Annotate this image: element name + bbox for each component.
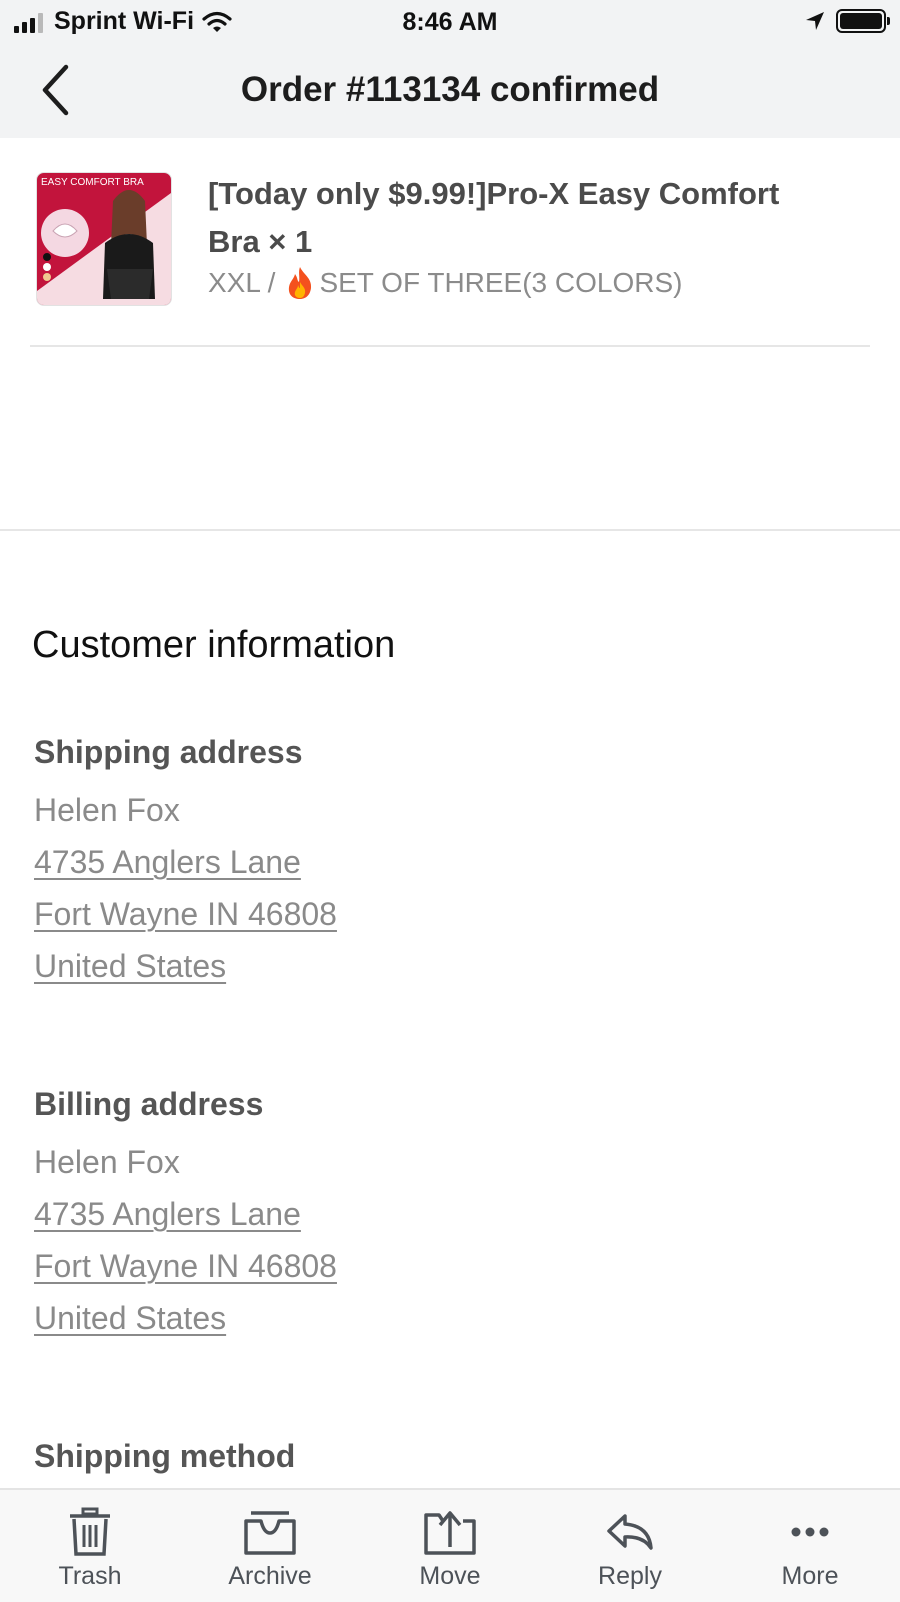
billing-name: Helen Fox — [34, 1144, 180, 1180]
divider — [30, 345, 870, 347]
order-line-item[interactable]: EASY COMFORT BRA [Today only $9.99!]Pro-… — [30, 166, 870, 346]
more-label: More — [781, 1562, 839, 1590]
billing-address-heading: Billing address — [34, 1086, 264, 1122]
trash-label: Trash — [58, 1562, 122, 1590]
more-icon — [791, 1527, 829, 1537]
billing-street-link[interactable]: 4735 Anglers Lane — [34, 1196, 301, 1232]
status-time: 8:46 AM — [402, 8, 498, 36]
billing-city-link[interactable]: Fort Wayne IN 46808 — [34, 1248, 337, 1284]
trash-button[interactable]: Trash — [20, 1490, 160, 1602]
location-arrow-icon — [806, 12, 824, 30]
move-button[interactable]: Move — [380, 1490, 520, 1602]
status-right — [804, 9, 890, 33]
archive-icon — [244, 1511, 296, 1555]
reply-label: Reply — [598, 1562, 662, 1590]
move-label: Move — [419, 1562, 481, 1590]
navigation-bar: Order #113134 confirmed — [0, 44, 900, 138]
shipping-country-link[interactable]: United States — [34, 948, 226, 984]
archive-label: Archive — [228, 1562, 312, 1590]
archive-button[interactable]: Archive — [200, 1490, 340, 1602]
variant-size: XXL / — [208, 267, 276, 298]
billing-country-link[interactable]: United States — [34, 1300, 226, 1336]
divider — [0, 529, 900, 531]
product-variant: XXL / SET OF THREE(3 COLORS) — [208, 266, 682, 300]
variant-option: SET OF THREE(3 COLORS) — [319, 267, 683, 298]
battery-icon — [836, 9, 890, 33]
shipping-address-block: Shipping address Helen Fox 4735 Anglers … — [34, 734, 337, 992]
fire-icon — [289, 267, 312, 299]
customer-information-heading: Customer information — [32, 624, 396, 666]
trash-icon — [70, 1507, 110, 1556]
bottom-toolbar: Trash Archive Move Reply More — [0, 1488, 900, 1602]
shipping-street-link[interactable]: 4735 Anglers Lane — [34, 844, 301, 880]
product-image: EASY COMFORT BRA — [36, 172, 172, 306]
reply-icon — [607, 1514, 653, 1550]
billing-address-block: Billing address Helen Fox 4735 Anglers L… — [34, 1086, 337, 1344]
move-icon — [424, 1511, 476, 1555]
shipping-method-heading: Shipping method — [34, 1438, 296, 1474]
status-bar: Sprint Wi-Fi 8:46 AM — [0, 0, 900, 44]
shipping-name: Helen Fox — [34, 792, 180, 828]
more-button[interactable]: More — [740, 1490, 880, 1602]
reply-button[interactable]: Reply — [560, 1490, 700, 1602]
shipping-city-link[interactable]: Fort Wayne IN 46808 — [34, 896, 337, 932]
page-title: Order #113134 confirmed — [240, 70, 660, 109]
shipping-method-block: Shipping method — [34, 1438, 295, 1488]
shipping-address-heading: Shipping address — [34, 734, 303, 770]
product-title: [Today only $9.99!]Pro-X Easy Comfort Br… — [208, 176, 780, 259]
